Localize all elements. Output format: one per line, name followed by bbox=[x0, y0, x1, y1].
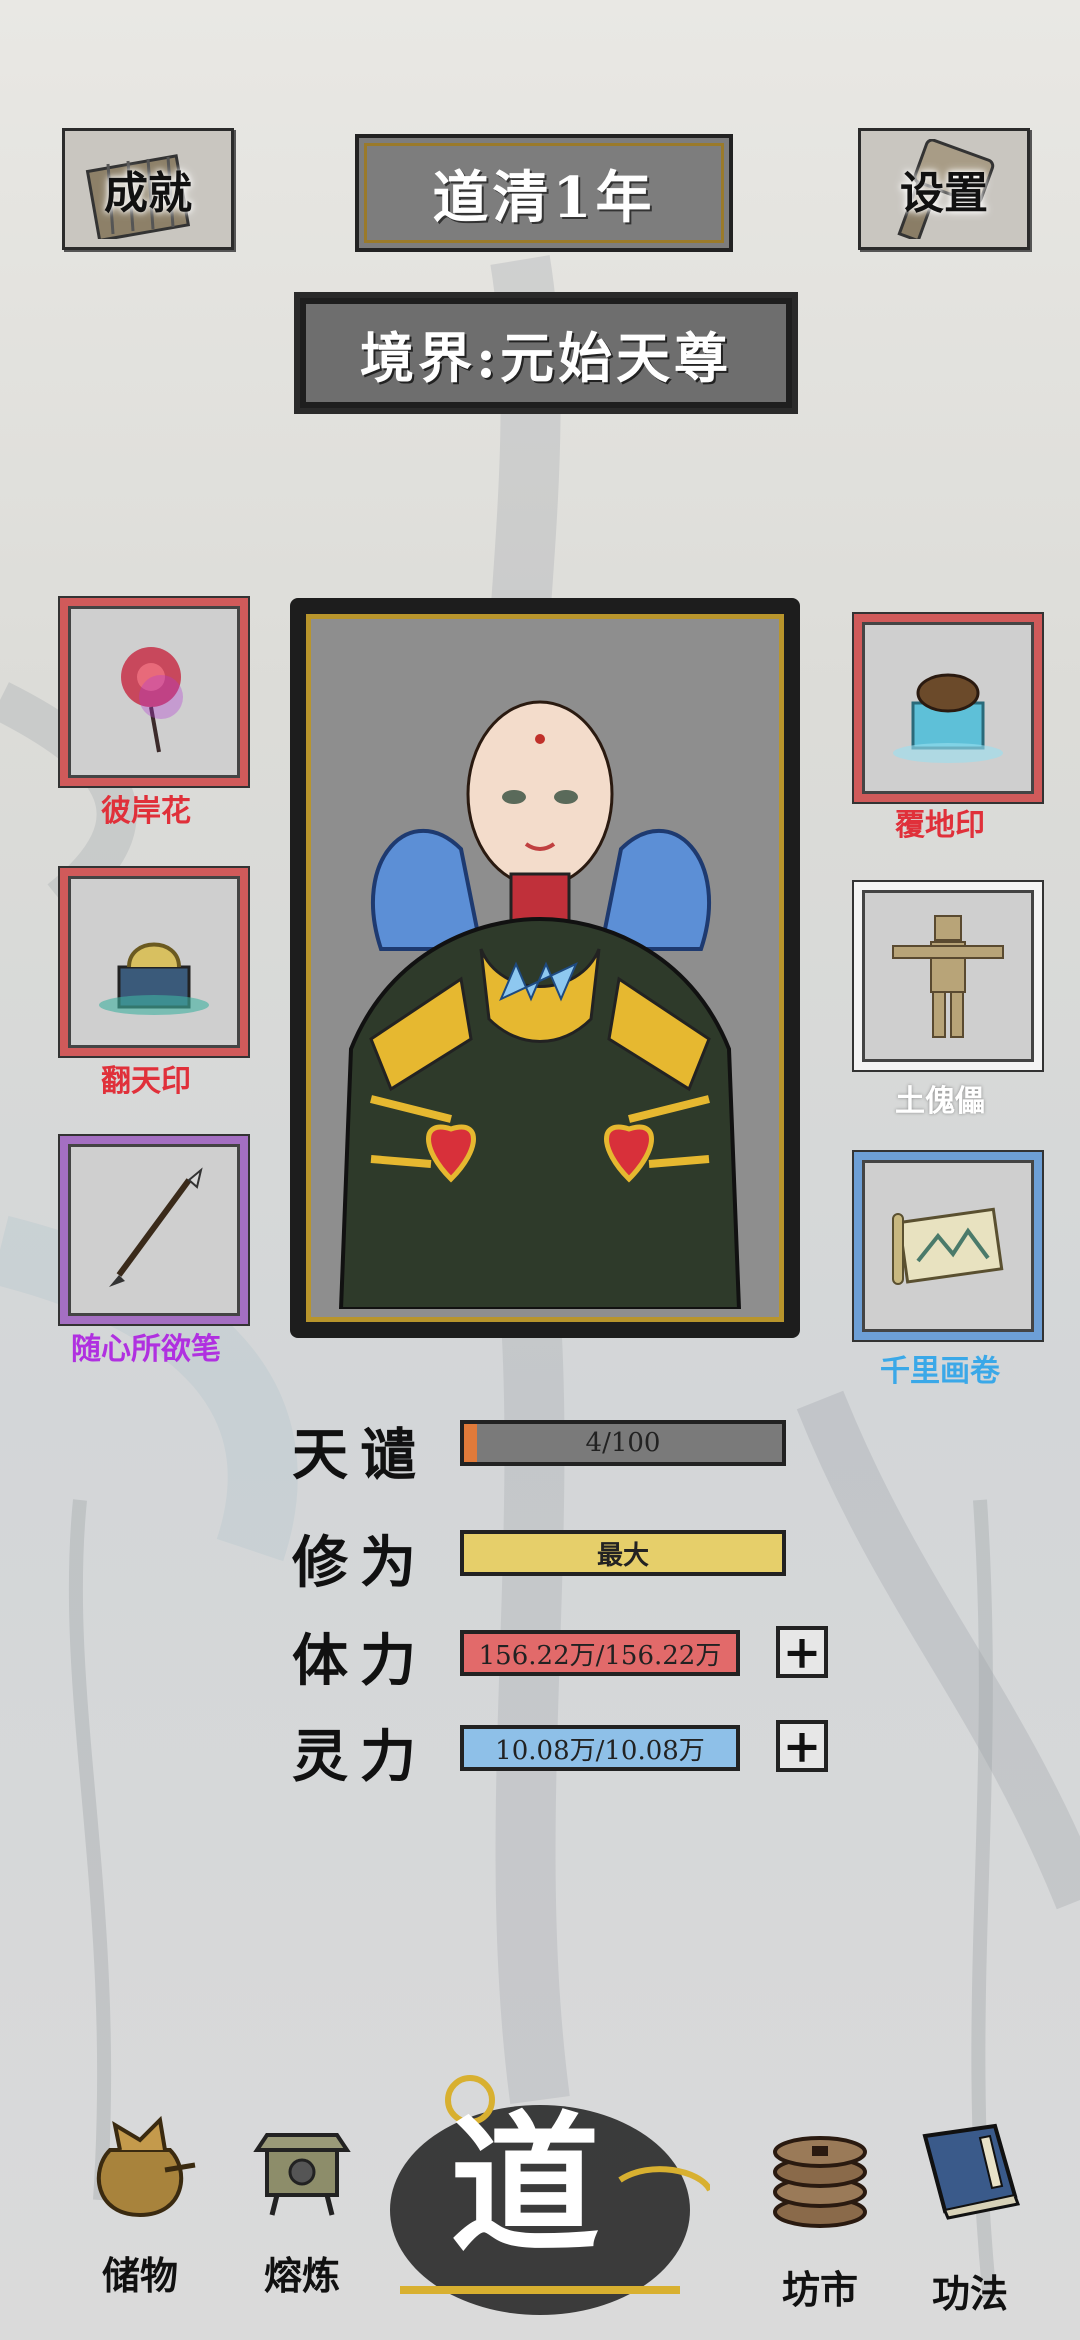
xiuwei-value: 最大 bbox=[596, 1540, 649, 1571]
spider-lily-icon bbox=[121, 647, 183, 753]
nav-market-label: 坊市 bbox=[781, 2267, 858, 2312]
achievements-button[interactable]: 成就 bbox=[62, 128, 234, 250]
settings-button[interactable]: 设置 bbox=[858, 128, 1030, 250]
tianqian-value: 4/100 bbox=[585, 1428, 661, 1458]
dragon-seal-icon bbox=[99, 942, 209, 1015]
equip-slot-fudiyin[interactable] bbox=[854, 614, 1042, 802]
book-icon bbox=[922, 2123, 1021, 2220]
year-label: 道清1年 bbox=[432, 164, 656, 231]
tili-bar: 156.22万/156.22万 bbox=[460, 1630, 740, 1676]
equip-name-fantianyin: 翻天印 bbox=[101, 1064, 191, 1099]
earth-seal-icon bbox=[893, 673, 1003, 763]
character-portrait-frame bbox=[290, 598, 800, 1338]
achievements-label: 成就 bbox=[104, 168, 192, 219]
stat-label-lingli: 灵力 bbox=[292, 1724, 428, 1790]
pouch-icon bbox=[96, 2115, 196, 2218]
furnace-icon bbox=[253, 2133, 351, 2216]
coin-stack-icon bbox=[773, 2136, 867, 2228]
realm-label: 境界:元始天尊 bbox=[360, 325, 732, 390]
stat-label-xiuwei: 修为 bbox=[292, 1530, 428, 1596]
tili-value: 156.22万/156.22万 bbox=[478, 1640, 722, 1671]
tianqian-bar: 4/100 bbox=[460, 1420, 786, 1466]
nav-smelting[interactable]: 熔炼 bbox=[222, 2110, 382, 2300]
equip-slot-bianhua[interactable] bbox=[60, 598, 248, 786]
xiuwei-bar: 最大 bbox=[460, 1530, 786, 1576]
nav-market[interactable]: 坊市 bbox=[740, 2112, 900, 2312]
dao-button[interactable]: 道 bbox=[380, 2060, 713, 2320]
year-plaque: 道清1年 bbox=[355, 134, 733, 252]
tili-plus-button[interactable]: + bbox=[776, 1626, 828, 1678]
settings-label: 设置 bbox=[900, 168, 988, 219]
stat-label-tianqian: 天谴 bbox=[292, 1422, 428, 1488]
equip-slot-tukuilei[interactable] bbox=[854, 882, 1042, 1070]
character-avatar-icon bbox=[338, 700, 742, 1311]
equip-slot-fantianyin[interactable] bbox=[60, 868, 248, 1056]
nav-smelting-label: 熔炼 bbox=[263, 2253, 340, 2298]
brush-icon bbox=[109, 1167, 203, 1287]
equip-name-bianhua: 彼岸花 bbox=[101, 794, 191, 829]
equip-name-qianlihuajuan: 千里画卷 bbox=[880, 1354, 1000, 1389]
equip-name-bi: 随心所欲笔 bbox=[71, 1332, 221, 1367]
equip-name-tukuilei: 土傀儡 bbox=[895, 1084, 985, 1119]
lingli-plus-button[interactable]: + bbox=[776, 1720, 828, 1772]
nav-skills-label: 功法 bbox=[931, 2271, 1008, 2316]
character-portrait bbox=[306, 614, 784, 1322]
stat-label-tili: 体力 bbox=[292, 1628, 428, 1694]
scroll-painting-icon bbox=[892, 1207, 1004, 1285]
dao-label: 道 bbox=[450, 2097, 601, 2273]
equip-slot-bi[interactable] bbox=[60, 1136, 248, 1324]
nav-storage-label: 储物 bbox=[101, 2253, 178, 2298]
realm-plaque: 境界:元始天尊 bbox=[300, 298, 792, 408]
equip-slot-qianlihuajuan[interactable] bbox=[854, 1152, 1042, 1340]
nav-storage[interactable]: 储物 bbox=[60, 2110, 220, 2300]
nav-skills[interactable]: 功法 bbox=[890, 2116, 1050, 2316]
tianqian-bar-fill bbox=[464, 1424, 477, 1462]
earth-puppet-icon bbox=[892, 915, 1004, 1038]
equip-name-fudiyin: 覆地印 bbox=[895, 808, 985, 843]
lingli-value: 10.08万/10.08万 bbox=[495, 1735, 705, 1766]
lingli-bar: 10.08万/10.08万 bbox=[460, 1725, 740, 1771]
